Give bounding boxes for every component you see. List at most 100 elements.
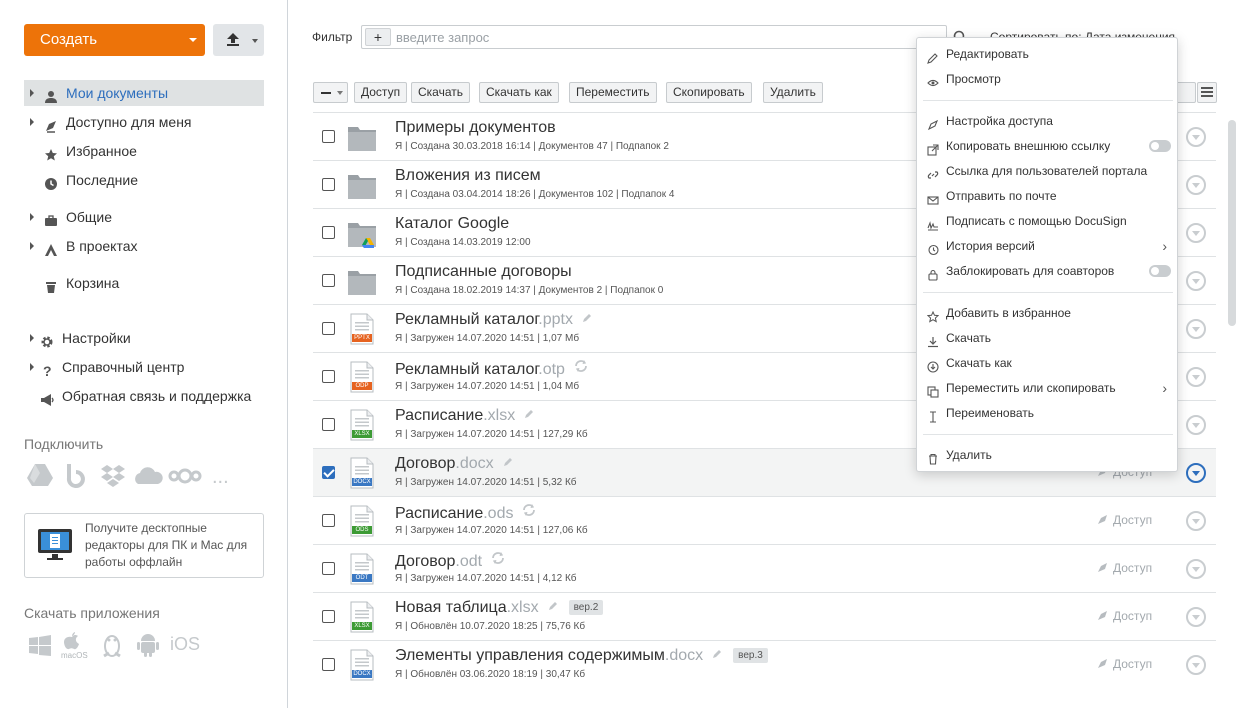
row-access-button[interactable]: Доступ	[1097, 561, 1152, 575]
context-menu-item[interactable]: Удалить	[917, 443, 1179, 467]
row-checkbox[interactable]	[322, 322, 335, 335]
row-checkbox[interactable]	[322, 514, 335, 527]
search-input[interactable]	[396, 28, 936, 46]
download-button[interactable]: Скачать	[411, 82, 470, 103]
row-menu-button[interactable]	[1186, 559, 1206, 579]
onedrive-icon[interactable]	[132, 462, 164, 496]
expand-arrow-icon[interactable]	[30, 363, 34, 371]
context-menu-item[interactable]: Скачать	[917, 326, 1179, 350]
nextcloud-icon[interactable]	[168, 462, 202, 496]
file-row[interactable]: ODT Договор.odt Я | Загружен 14.07.2020 14…	[313, 544, 1216, 592]
context-menu-item[interactable]: Добавить в избранное	[917, 301, 1179, 325]
row-menu-button[interactable]	[1186, 463, 1206, 483]
box-icon[interactable]	[66, 462, 88, 496]
ios-icon[interactable]: iOS	[170, 634, 200, 655]
file-title[interactable]: Расписание.xlsx	[395, 407, 535, 425]
row-checkbox[interactable]	[322, 610, 335, 623]
edit-pencil-icon[interactable]	[548, 600, 559, 614]
android-icon[interactable]	[136, 632, 160, 661]
file-row[interactable]: XLSX Новая таблица.xlsx вер.2 Я | Обновлён …	[313, 592, 1216, 640]
toggle-switch[interactable]	[1149, 140, 1171, 152]
dropbox-icon[interactable]	[100, 462, 126, 496]
context-menu-item[interactable]: Скачать как	[917, 351, 1179, 375]
expand-arrow-icon[interactable]	[30, 334, 34, 342]
row-menu-button[interactable]	[1186, 271, 1206, 291]
row-menu-button[interactable]	[1186, 319, 1206, 339]
upload-button[interactable]	[213, 24, 264, 56]
create-button[interactable]: Создать	[24, 24, 205, 56]
move-button[interactable]: Переместить	[569, 82, 657, 103]
context-menu-item[interactable]: Копировать внешнюю ссылку	[917, 134, 1179, 158]
sidebar-item-3[interactable]: Избранное	[24, 138, 264, 164]
edit-pencil-icon[interactable]	[524, 408, 535, 422]
row-menu-button[interactable]	[1186, 655, 1206, 675]
file-title[interactable]: Договор.docx	[395, 455, 514, 473]
row-checkbox[interactable]	[322, 226, 335, 239]
desktop-editors-promo[interactable]: Получите десктопные редакторы для ПК и M…	[24, 513, 264, 578]
sidebar-item-2[interactable]: Доступно для меня	[24, 109, 264, 135]
sidebar-item-4[interactable]: Последние	[24, 167, 264, 193]
edit-pencil-icon[interactable]	[582, 312, 593, 326]
context-menu-item[interactable]: Просмотр	[917, 67, 1179, 91]
file-title[interactable]: Рекламный каталог.pptx	[395, 311, 593, 329]
context-menu-item[interactable]: Настройка доступа	[917, 109, 1179, 133]
context-menu-item[interactable]: Ссылка для пользователей портала	[917, 159, 1179, 183]
access-button[interactable]: Доступ	[354, 82, 408, 103]
delete-button[interactable]: Удалить	[763, 82, 823, 103]
sidebar-link-2[interactable]: ? Справочный центр	[24, 354, 264, 380]
context-menu-item[interactable]: Редактировать	[917, 42, 1179, 66]
context-menu-item[interactable]: Отправить по почте	[917, 184, 1179, 208]
file-title[interactable]: Элементы управления содержимым.docx вер.3	[395, 647, 768, 665]
sidebar-item-5[interactable]: Общие	[24, 204, 264, 230]
row-access-button[interactable]: Доступ	[1097, 609, 1152, 623]
more-services-icon[interactable]: ...	[212, 462, 229, 492]
select-all-button[interactable]	[313, 82, 348, 103]
context-menu-item[interactable]: Переименовать	[917, 401, 1179, 425]
row-checkbox[interactable]	[322, 178, 335, 191]
file-title[interactable]: Подписанные договоры	[395, 263, 572, 281]
sidebar-item-1[interactable]: Мои документы	[24, 80, 264, 106]
sidebar-link-3[interactable]: Обратная связь и поддержка	[24, 383, 264, 409]
file-title[interactable]: Договор.odt	[395, 551, 505, 571]
tile-view-button[interactable]	[1176, 82, 1196, 103]
file-row[interactable]: ODS Расписание.ods Я | Загружен 14.07.2020…	[313, 496, 1216, 544]
download-as-button[interactable]: Скачать как	[479, 82, 559, 103]
convert-icon[interactable]	[574, 359, 588, 376]
row-checkbox[interactable]	[322, 274, 335, 287]
edit-pencil-icon[interactable]	[712, 648, 723, 662]
file-title[interactable]: Примеры документов	[395, 119, 556, 137]
file-title[interactable]: Новая таблица.xlsx вер.2	[395, 599, 604, 617]
row-checkbox[interactable]	[322, 418, 335, 431]
row-access-button[interactable]: Доступ	[1097, 513, 1152, 527]
file-title[interactable]: Расписание.ods	[395, 503, 536, 523]
edit-pencil-icon[interactable]	[503, 456, 514, 470]
macos-icon[interactable]: macOS	[61, 632, 92, 662]
linux-icon[interactable]	[100, 632, 124, 661]
copy-button[interactable]: Скопировать	[666, 82, 752, 103]
row-checkbox[interactable]	[322, 562, 335, 575]
row-menu-button[interactable]	[1186, 607, 1206, 627]
expand-arrow-icon[interactable]	[30, 89, 34, 97]
row-menu-button[interactable]	[1186, 127, 1206, 147]
expand-arrow-icon[interactable]	[30, 118, 34, 126]
row-checkbox[interactable]	[322, 130, 335, 143]
row-checkbox[interactable]	[322, 466, 335, 479]
context-menu-item[interactable]: Переместить или скопировать ›	[917, 376, 1179, 400]
windows-icon[interactable]	[28, 634, 52, 661]
file-title[interactable]: Каталог Google	[395, 215, 509, 233]
toggle-switch[interactable]	[1149, 265, 1171, 277]
add-filter-button[interactable]: +	[365, 28, 391, 46]
expand-arrow-icon[interactable]	[30, 242, 34, 250]
version-badge[interactable]: вер.3	[733, 648, 768, 663]
version-badge[interactable]: вер.2	[568, 600, 604, 615]
google-drive-icon[interactable]	[26, 462, 54, 496]
file-title[interactable]: Вложения из писем	[395, 167, 541, 185]
row-checkbox[interactable]	[322, 658, 335, 671]
row-menu-button[interactable]	[1186, 175, 1206, 195]
context-menu-item[interactable]: Заблокировать для соавторов	[917, 259, 1179, 283]
row-menu-button[interactable]	[1186, 367, 1206, 387]
file-title[interactable]: Рекламный каталог.otp	[395, 359, 588, 379]
sidebar-item-7[interactable]: Корзина	[24, 270, 264, 296]
row-menu-button[interactable]	[1186, 223, 1206, 243]
scrollbar[interactable]	[1228, 120, 1236, 326]
